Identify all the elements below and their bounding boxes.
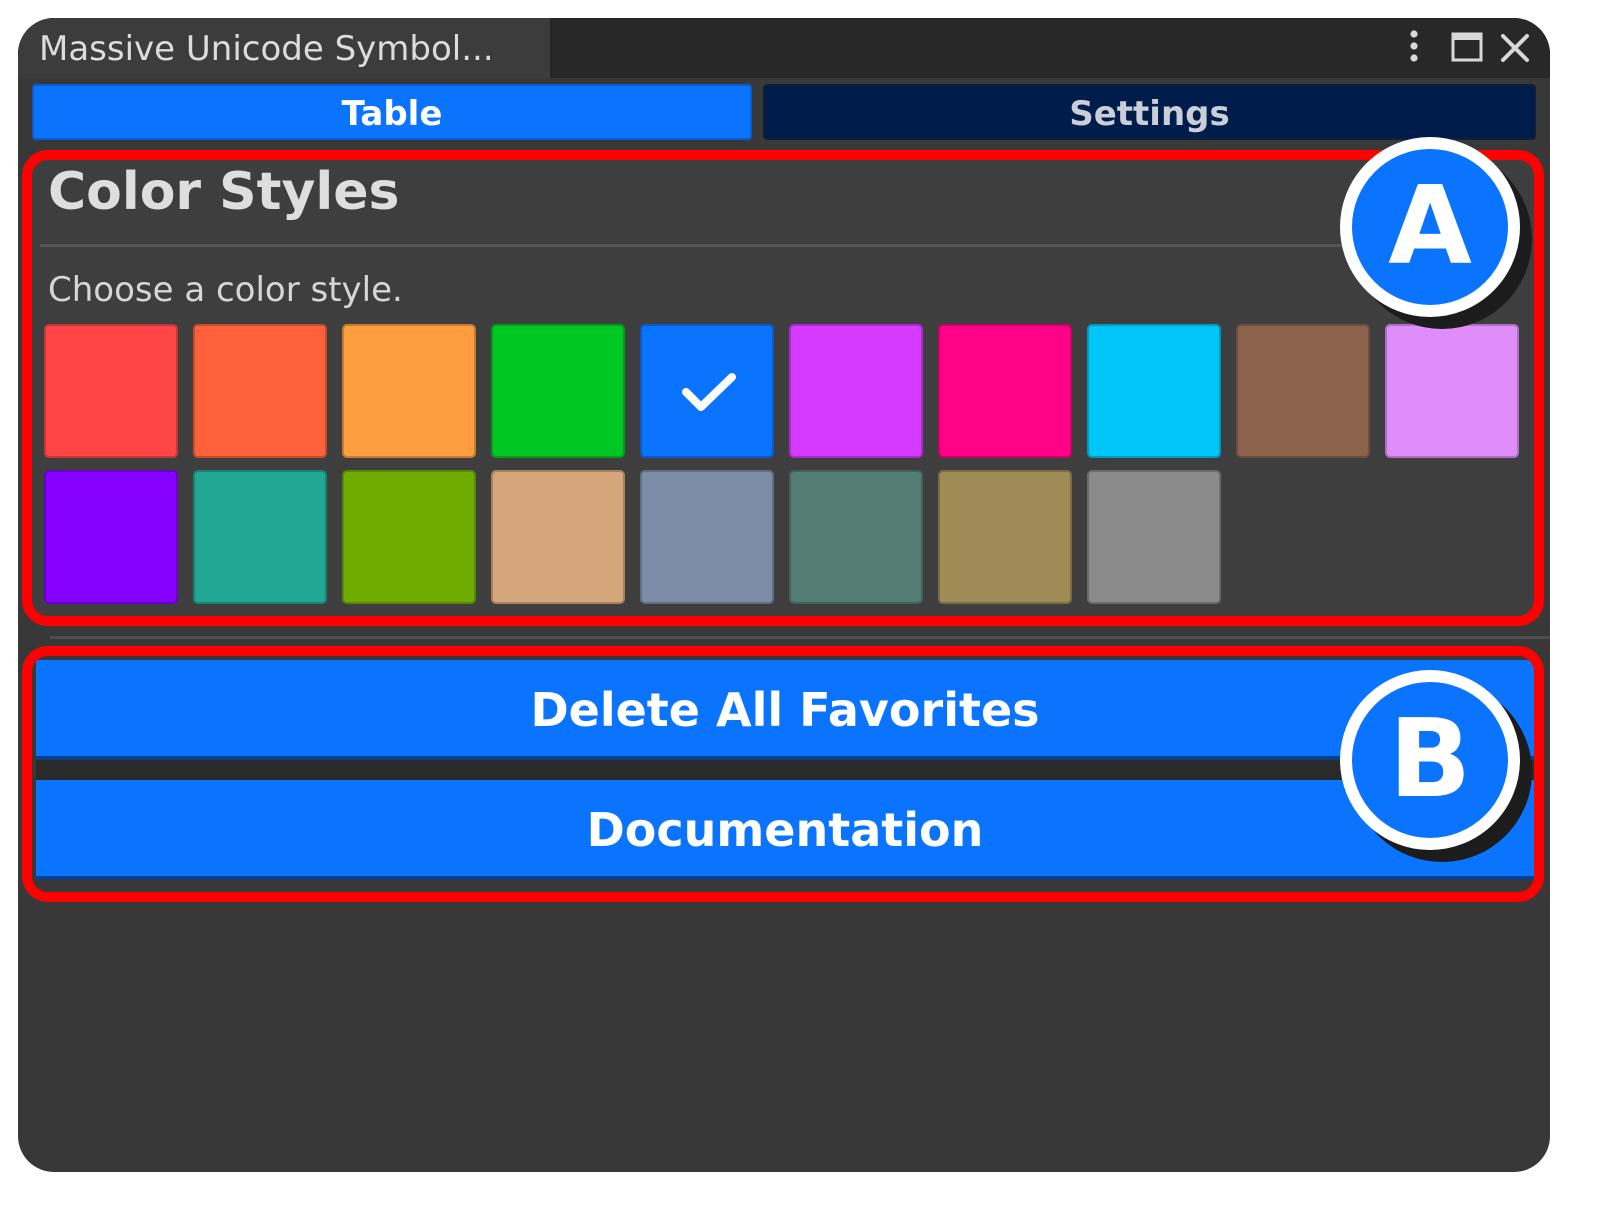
callout-badge-a: A [1340, 137, 1520, 317]
color-swatch[interactable] [342, 470, 476, 604]
delete-all-favorites-button[interactable]: Delete All Favorites [36, 660, 1534, 760]
color-swatch[interactable] [640, 470, 774, 604]
more-options-icon[interactable] [1404, 26, 1424, 70]
editor-window: Massive Unicode Symbol... Table Settings… [18, 18, 1550, 1172]
color-swatch[interactable] [938, 470, 1072, 604]
color-swatch[interactable] [1385, 324, 1519, 458]
color-swatch[interactable] [44, 324, 178, 458]
color-swatch[interactable] [193, 324, 327, 458]
color-swatch[interactable] [789, 470, 923, 604]
close-icon[interactable] [1498, 26, 1532, 70]
window-tab-title[interactable]: Massive Unicode Symbol... [18, 18, 551, 78]
color-swatch[interactable] [1087, 324, 1221, 458]
color-swatch[interactable] [491, 324, 625, 458]
title-divider [40, 244, 1520, 247]
color-swatch[interactable] [640, 324, 774, 458]
color-swatch[interactable] [1087, 470, 1221, 604]
callout-badge-b: B [1340, 670, 1520, 850]
color-swatch[interactable] [938, 324, 1072, 458]
color-swatch[interactable] [789, 324, 923, 458]
color-swatch[interactable] [342, 324, 476, 458]
documentation-button[interactable]: Documentation [36, 780, 1534, 880]
color-swatch[interactable] [44, 470, 178, 604]
maximize-icon[interactable] [1450, 26, 1484, 70]
checkmark-icon [681, 372, 737, 418]
color-styles-section: Color Styles Choose a color style. [30, 158, 1540, 618]
tab-bar: Table Settings [32, 84, 1536, 140]
color-swatch[interactable] [193, 470, 327, 604]
button-gap [36, 760, 1534, 780]
color-swatch[interactable] [491, 470, 625, 604]
tab-settings[interactable]: Settings [763, 84, 1536, 140]
section-divider [50, 636, 1550, 639]
tab-table[interactable]: Table [32, 84, 752, 140]
section-subtitle: Choose a color style. [48, 270, 403, 310]
section-title: Color Styles [48, 162, 400, 222]
title-bar: Massive Unicode Symbol... [18, 18, 1550, 78]
color-swatch[interactable] [1236, 324, 1370, 458]
